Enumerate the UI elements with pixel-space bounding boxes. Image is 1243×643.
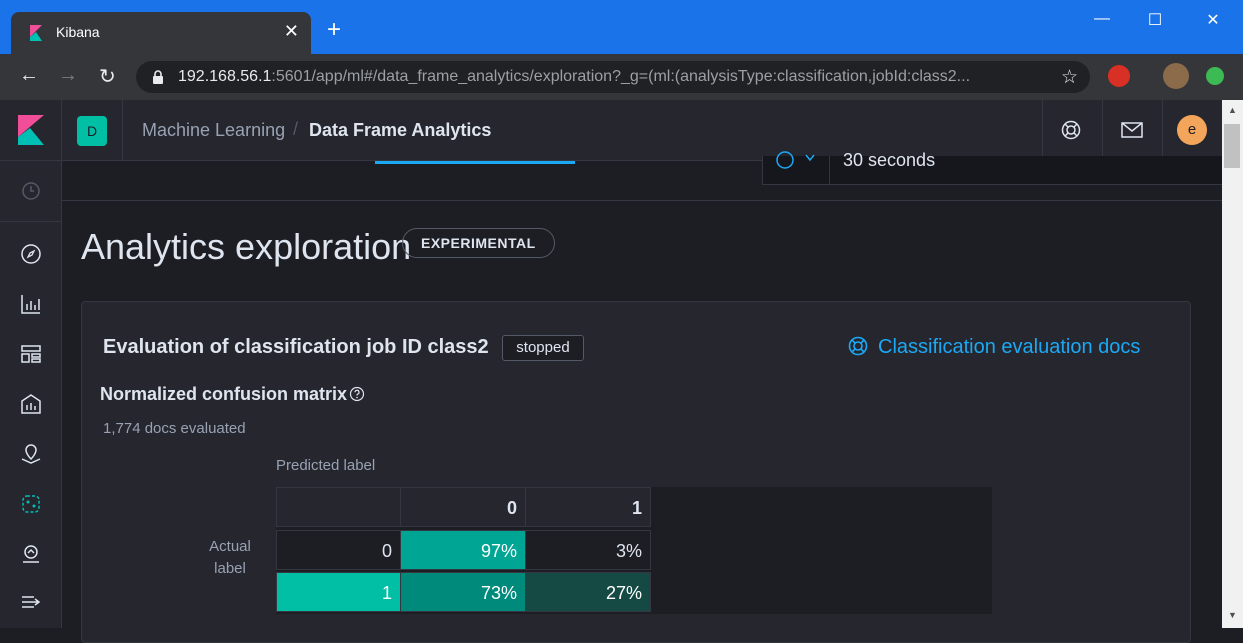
actual-label: Actual label bbox=[209, 538, 251, 577]
classification-docs-link[interactable]: Classification evaluation docs bbox=[848, 336, 1140, 359]
scroll-down-arrow-icon[interactable]: ▼ bbox=[1228, 610, 1237, 620]
header-divider bbox=[1102, 100, 1103, 160]
tab-close-icon[interactable]: ✕ bbox=[284, 21, 299, 42]
scrolled-tab-strip: 30 seconds bbox=[62, 150, 1224, 201]
recently-viewed-clock-icon[interactable] bbox=[19, 179, 43, 203]
refresh-interval-control[interactable]: 30 seconds bbox=[762, 150, 1224, 185]
clock-icon bbox=[776, 151, 794, 169]
extension-stop-icon[interactable] bbox=[1108, 65, 1130, 87]
matrix-corner-cell bbox=[276, 487, 401, 527]
experimental-badge: EXPERIMENTAL bbox=[402, 228, 555, 258]
page-scrollbar[interactable]: ▲ ▼ bbox=[1222, 100, 1243, 628]
active-tab-underline bbox=[375, 161, 575, 164]
nav-divider bbox=[0, 221, 61, 222]
matrix-cell: 73% bbox=[400, 572, 526, 612]
matrix-cell: 3% bbox=[525, 530, 651, 570]
side-nav bbox=[0, 161, 62, 628]
lock-icon bbox=[153, 70, 163, 84]
scroll-thumb[interactable] bbox=[1224, 124, 1240, 168]
header-divider bbox=[122, 100, 123, 160]
kibana-header: D Machine Learning / Data Frame Analytic… bbox=[0, 100, 1222, 161]
browser-titlebar: Kibana ✕ + — ☐ ✕ bbox=[0, 0, 1243, 54]
browser-toolbar: ← → ↻ 192.168.56.1:5601/app/ml#/data_fra… bbox=[0, 54, 1243, 100]
header-divider bbox=[1162, 100, 1163, 160]
help-lifebuoy-icon[interactable] bbox=[1061, 120, 1081, 140]
browser-tab[interactable]: Kibana ✕ bbox=[11, 12, 311, 54]
back-icon[interactable]: ← bbox=[19, 64, 39, 87]
canvas-icon[interactable] bbox=[19, 392, 43, 416]
header-divider bbox=[1042, 100, 1043, 160]
forward-icon[interactable]: → bbox=[58, 64, 78, 87]
breadcrumb-data-frame-analytics: Data Frame Analytics bbox=[309, 120, 492, 140]
reload-icon[interactable]: ↻ bbox=[99, 64, 116, 89]
breadcrumb-machine-learning[interactable]: Machine Learning bbox=[142, 120, 285, 141]
matrix-cell: 27% bbox=[525, 572, 651, 612]
user-avatar[interactable]: e bbox=[1177, 115, 1207, 145]
matrix-title: Normalized confusion matrix bbox=[100, 384, 348, 404]
matrix-column-header: 1 bbox=[525, 487, 651, 527]
scroll-up-arrow-icon[interactable]: ▲ bbox=[1228, 105, 1237, 115]
new-tab-button[interactable]: + bbox=[327, 18, 341, 42]
question-circle-icon[interactable] bbox=[349, 386, 365, 402]
page-title: Analytics exploration bbox=[81, 226, 412, 267]
metrics-icon[interactable] bbox=[19, 542, 43, 566]
discover-compass-icon[interactable] bbox=[19, 242, 43, 266]
newsfeed-mail-icon[interactable] bbox=[1121, 122, 1143, 138]
space-avatar[interactable]: D bbox=[77, 116, 107, 146]
predicted-label: Predicted label bbox=[276, 457, 376, 474]
refresh-interval-text: 30 seconds bbox=[843, 150, 936, 170]
url-text[interactable]: 192.168.56.1:5601/app/ml#/data_frame_ana… bbox=[178, 68, 1048, 86]
matrix-row-label: 0 bbox=[276, 530, 401, 570]
matrix-row-label: 1 bbox=[276, 572, 401, 612]
matrix-column-header: 0 bbox=[400, 487, 526, 527]
status-badge: stopped bbox=[502, 335, 584, 361]
close-window-button[interactable]: ✕ bbox=[1193, 10, 1233, 32]
kibana-home-icon[interactable] bbox=[18, 115, 44, 145]
maps-icon[interactable] bbox=[19, 442, 43, 466]
maximize-button[interactable]: ☐ bbox=[1135, 10, 1175, 32]
address-bar[interactable]: 192.168.56.1:5601/app/ml#/data_frame_ana… bbox=[136, 61, 1090, 93]
docs-evaluated-count: 1,774 docs evaluated bbox=[103, 420, 246, 437]
evaluation-title: Evaluation of classification job ID clas… bbox=[103, 336, 489, 358]
kibana-logo-icon bbox=[30, 25, 42, 41]
chevron-down-icon bbox=[805, 154, 815, 162]
collapse-nav-icon[interactable] bbox=[19, 590, 43, 614]
header-divider bbox=[61, 100, 62, 160]
breadcrumb-separator: / bbox=[293, 119, 299, 139]
help-lifebuoy-icon bbox=[848, 336, 868, 356]
bookmark-star-icon[interactable]: ☆ bbox=[1061, 66, 1078, 89]
update-icon[interactable] bbox=[1206, 67, 1224, 85]
matrix-cell: 97% bbox=[400, 530, 526, 570]
dashboard-icon[interactable] bbox=[19, 342, 43, 366]
machine-learning-icon[interactable] bbox=[19, 492, 43, 516]
tab-title: Kibana bbox=[56, 24, 100, 40]
minimize-button[interactable]: — bbox=[1082, 10, 1122, 32]
profile-avatar-icon[interactable] bbox=[1163, 63, 1189, 89]
visualize-chart-icon[interactable] bbox=[19, 292, 43, 316]
refresh-icon-button[interactable] bbox=[763, 151, 830, 184]
